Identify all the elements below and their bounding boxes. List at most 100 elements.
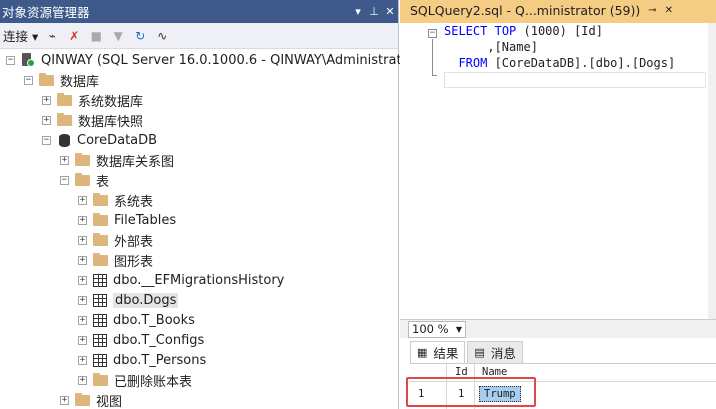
- zoom-select[interactable]: 100 % ▼: [408, 320, 466, 338]
- expand-icon[interactable]: +: [78, 255, 87, 265]
- connect-plug-icon[interactable]: ⌁: [44, 28, 60, 44]
- tree-node[interactable]: + 系统数据库: [42, 90, 143, 110]
- tab-messages[interactable]: ▤ 消息: [467, 341, 523, 363]
- expand-icon[interactable]: +: [78, 335, 87, 345]
- expand-icon[interactable]: +: [78, 295, 87, 305]
- tree-node[interactable]: + dbo.T_Configs: [78, 330, 204, 350]
- server-icon: [21, 53, 35, 67]
- tree-node-label: QINWAY (SQL Server 16.0.1000.6 - QINWAY\…: [41, 52, 420, 68]
- tree-node-label: 外部表: [114, 234, 154, 250]
- filter-icon[interactable]: ▼: [110, 28, 126, 44]
- keyword-top: TOP: [494, 24, 517, 38]
- zoom-value: 100 %: [412, 322, 449, 336]
- activity-monitor-icon[interactable]: ∿: [154, 28, 170, 44]
- outline-ruler-end: [432, 75, 437, 76]
- expand-icon[interactable]: +: [42, 115, 51, 125]
- close-icon[interactable]: ✕: [382, 5, 398, 18]
- tree-node[interactable]: + 已删除账本表: [78, 370, 192, 390]
- expand-icon[interactable]: +: [78, 195, 87, 205]
- tree-node-label: 数据库快照: [78, 114, 144, 130]
- folder-icon: [39, 72, 54, 86]
- tree-node[interactable]: − 表: [60, 170, 109, 190]
- expand-icon[interactable]: +: [78, 215, 87, 225]
- tree-node-label: dbo.T_Configs: [113, 332, 205, 348]
- tree-node-label: 图形表: [114, 254, 154, 270]
- outline-collapse-icon[interactable]: −: [428, 29, 437, 38]
- tree-node[interactable]: + 数据库关系图: [60, 150, 174, 170]
- tree-node[interactable]: − CoreDataDB: [42, 130, 157, 150]
- folder-icon: [75, 392, 90, 406]
- tree-node-label: 数据库: [60, 74, 100, 90]
- expand-icon[interactable]: +: [78, 235, 87, 245]
- collapse-icon[interactable]: −: [6, 55, 15, 65]
- window-position-icon[interactable]: ▾: [350, 5, 366, 18]
- connect-button[interactable]: 连接 ▾: [3, 26, 38, 45]
- pin-icon[interactable]: ⊸: [648, 5, 656, 16]
- disconnect-icon[interactable]: ✗: [66, 28, 82, 44]
- tree-node-label: 系统表: [114, 194, 154, 210]
- tree-node[interactable]: + 系统表: [78, 190, 153, 210]
- refresh-icon[interactable]: ↻: [132, 28, 148, 44]
- tree-node[interactable]: + FileTables: [78, 210, 176, 230]
- current-line-highlight: [444, 72, 706, 88]
- tree-node-label: FileTables: [114, 212, 177, 228]
- collapse-icon[interactable]: −: [24, 75, 33, 85]
- table-icon: [93, 293, 107, 307]
- message-icon: ▤: [474, 346, 485, 359]
- tree-node-label: 数据库关系图: [96, 154, 175, 170]
- tab-messages-label: 消息: [490, 346, 516, 361]
- keyword-from: FROM: [458, 56, 488, 70]
- tree-node[interactable]: + 视图: [60, 390, 122, 409]
- editor-vertical-scrollbar[interactable]: [708, 23, 716, 319]
- object-explorer-title-bar: 对象资源管理器 ▾ ⊥ ✕: [0, 0, 398, 23]
- collapse-icon[interactable]: −: [42, 135, 51, 145]
- folder-icon: [57, 92, 72, 106]
- expand-icon[interactable]: +: [60, 155, 69, 165]
- result-highlight-box: [406, 377, 536, 407]
- folder-icon: [93, 252, 108, 266]
- tree-node-label: 表: [96, 174, 110, 190]
- expand-icon[interactable]: +: [78, 275, 87, 285]
- tree-node-label: 系统数据库: [78, 94, 144, 110]
- tree-node[interactable]: − QINWAY (SQL Server 16.0.1000.6 - QINWAY…: [6, 50, 420, 70]
- tree-node-label: dbo.Dogs: [113, 292, 179, 308]
- tab-results-label: 结果: [433, 346, 459, 361]
- tree-node[interactable]: + 外部表: [78, 230, 153, 250]
- tree-node-label: 视图: [96, 394, 123, 409]
- expand-icon[interactable]: +: [78, 375, 87, 385]
- expand-icon[interactable]: +: [42, 95, 51, 105]
- sql-editor[interactable]: − SELECT TOP (1000) [Id] ,[Name] FROM [C…: [400, 23, 716, 319]
- sql-code: SELECT TOP (1000) [Id] ,[Name] FROM [Cor…: [444, 23, 675, 71]
- folder-icon: [93, 212, 108, 226]
- expand-icon[interactable]: +: [78, 315, 87, 325]
- stop-icon[interactable]: ■: [88, 28, 104, 44]
- table-icon: [93, 273, 107, 287]
- query-tab-title: SQLQuery2.sql - Q...ministrator (59)): [410, 3, 641, 18]
- tree-node[interactable]: + dbo.__EFMigrationsHistory: [78, 270, 284, 290]
- tree-node[interactable]: − 数据库: [24, 70, 99, 90]
- connect-label: 连接: [3, 29, 29, 44]
- tree-node[interactable]: + 图形表: [78, 250, 153, 270]
- table-icon: [93, 333, 107, 347]
- folder-icon: [93, 192, 108, 206]
- results-tabs: ▦ 结果 ▤ 消息: [410, 341, 523, 363]
- tree-node[interactable]: + dbo.T_Books: [78, 310, 195, 330]
- collapse-icon[interactable]: −: [60, 175, 69, 185]
- auto-hide-pin-icon[interactable]: ⊥: [366, 5, 382, 18]
- editor-horizontal-scrollbar[interactable]: [466, 320, 716, 338]
- tree-node[interactable]: + 数据库快照: [42, 110, 143, 130]
- expand-icon[interactable]: +: [78, 355, 87, 365]
- tree-node-label: CoreDataDB: [77, 132, 158, 148]
- sql-line1-rest: (1000) [Id]: [516, 24, 603, 38]
- tree-node[interactable]: + dbo.T_Persons: [78, 350, 206, 370]
- tree-node-label: dbo.__EFMigrationsHistory: [113, 272, 285, 288]
- query-editor-panel: SQLQuery2.sql - Q...ministrator (59)) ⊸ …: [400, 0, 716, 409]
- tab-close-icon[interactable]: ✕: [665, 5, 673, 16]
- query-document-tab[interactable]: SQLQuery2.sql - Q...ministrator (59)) ⊸ …: [400, 0, 716, 23]
- tree-node[interactable]: + dbo.Dogs: [78, 290, 179, 310]
- folder-icon: [93, 372, 108, 386]
- keyword-select: SELECT: [444, 24, 488, 38]
- expand-icon[interactable]: +: [60, 395, 69, 405]
- tab-results[interactable]: ▦ 结果: [410, 341, 466, 363]
- folder-icon: [93, 232, 108, 246]
